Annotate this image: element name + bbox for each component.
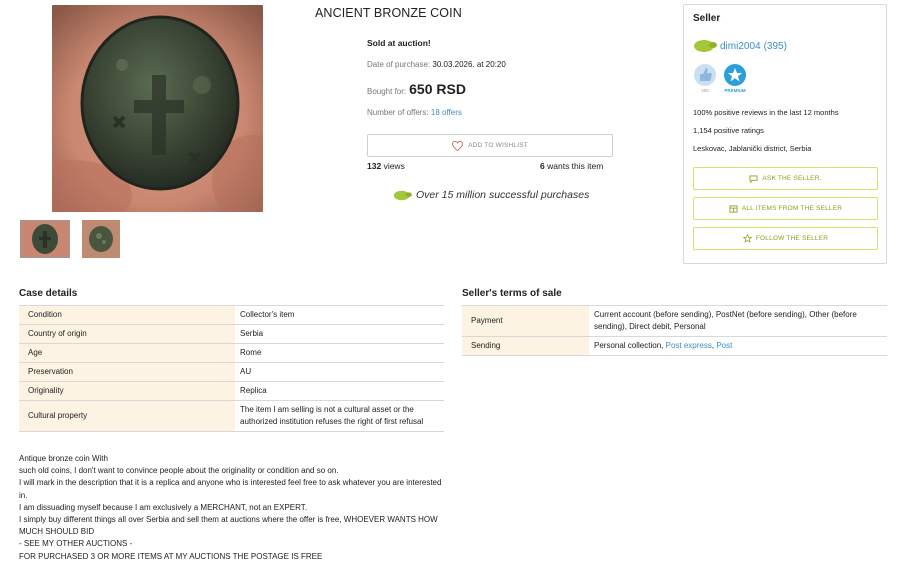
description-line: I simply buy different things all over S… <box>19 515 438 537</box>
offers-link[interactable]: 18 offers <box>431 108 462 117</box>
bought-for: Bought for: 650 RSD <box>367 81 466 97</box>
price-value: 650 RSD <box>409 81 466 97</box>
views-number: 132 <box>367 161 382 171</box>
seller-panel: Seller dimi2004 (395) 200 PREMIUM 100% p… <box>683 4 887 264</box>
coin-thumbnail-icon <box>82 220 120 258</box>
terms-title: Seller's terms of sale <box>462 288 562 299</box>
premium-badge-label: PREMIUM <box>724 88 746 93</box>
terms-value: Personal collection, Post express, Post <box>589 336 887 356</box>
detail-key: Preservation <box>19 362 235 382</box>
thumbnail-2[interactable] <box>82 220 120 258</box>
table-row: Age Rome <box>19 343 444 363</box>
wants-count: 6 wants this item <box>540 161 603 171</box>
grid-icon <box>729 204 738 213</box>
detail-value: The item I am selling is not a cultural … <box>235 400 444 432</box>
detail-value: Collector's item <box>235 305 444 325</box>
description-line: Antique bronze coin With <box>19 454 108 463</box>
post-link[interactable]: Post <box>716 341 732 350</box>
detail-key: Condition <box>19 305 235 325</box>
table-row: Sending Personal collection, Post expres… <box>462 336 887 356</box>
main-item-photo[interactable] <box>52 5 263 212</box>
bought-for-label: Bought for: <box>367 87 407 96</box>
detail-value: Serbia <box>235 324 444 344</box>
ask-seller-label: ASK THE SELLER. <box>762 175 822 182</box>
terms-key: Sending <box>462 336 589 356</box>
item-title: ANCIENT BRONZE COIN <box>315 6 462 20</box>
views-count: 132 views <box>367 161 405 171</box>
table-row: Cultural property The item I am selling … <box>19 400 444 432</box>
detail-value: Replica <box>235 381 444 401</box>
seller-location: Leskovac, Jablanički district, Serbia <box>693 144 812 153</box>
description-line: - SEE MY OTHER AUCTIONS - <box>19 539 133 549</box>
follow-seller-label: FOLLOW THE SELLER <box>755 235 829 242</box>
heart-icon <box>452 140 464 151</box>
table-row: Preservation AU <box>19 362 444 382</box>
description-line: such old coins, I don't want to convince… <box>19 466 339 476</box>
count-badge: 200 <box>693 63 717 93</box>
wishlist-label: ADD TO WISHLIST <box>468 142 528 149</box>
seller-rating[interactable]: (395) <box>764 41 787 52</box>
purchase-date-label: Date of purchase: <box>367 60 431 69</box>
detail-key: Age <box>19 343 235 363</box>
detail-key: Country of origin <box>19 324 235 344</box>
item-description: Antique bronze coin With such old coins,… <box>19 453 449 563</box>
description-line: I am dissuading myself because I am excl… <box>19 502 307 512</box>
post-express-link[interactable]: Post express <box>666 341 712 350</box>
logo-icon <box>694 40 717 52</box>
purchase-date: Date of purchase: 30.03.2026. at 20:20 <box>367 60 506 69</box>
seller-profile-link[interactable]: dimi2004 (395) <box>693 39 787 53</box>
purchase-date-value: 30.03.2026. at 20:20 <box>432 60 506 69</box>
sold-status: Sold at auction! <box>367 38 431 48</box>
wants-number: 6 <box>540 161 545 171</box>
premium-badge: PREMIUM <box>723 63 747 93</box>
all-items-label: ALL ITEMS FROM THE SELLER <box>741 205 843 212</box>
seller-header: Seller <box>693 13 721 24</box>
coin-thumbnail-icon <box>21 221 69 257</box>
table-row: Originality Replica <box>19 381 444 401</box>
detail-value: AU <box>235 362 444 382</box>
terms-table: Payment Current account (before sending)… <box>462 305 887 356</box>
logo-icon <box>393 190 412 200</box>
star-icon <box>742 234 752 243</box>
description-line: I will mark in the description that it i… <box>19 478 442 500</box>
table-row: Condition Collector's item <box>19 305 444 325</box>
offers-label: Number of offers: <box>367 108 429 117</box>
promo-banner: Over 15 million successful purchases <box>393 189 589 201</box>
chat-icon <box>749 174 758 183</box>
terms-value: Current account (before sending), PostNe… <box>589 305 887 337</box>
promo-text: Over 15 million successful purchases <box>416 189 590 201</box>
detail-key: Originality <box>19 381 235 401</box>
sending-text: Personal collection, <box>594 341 664 350</box>
views-label: views <box>383 161 405 171</box>
detail-key: Cultural property <box>19 400 235 432</box>
add-to-wishlist-button[interactable]: ADD TO WISHLIST <box>367 134 613 157</box>
description-line: FOR PURCHASED 3 OR MORE ITEMS AT MY AUCT… <box>19 551 323 561</box>
sending-separator: , <box>711 341 715 350</box>
ask-seller-button[interactable]: ASK THE SELLER. <box>693 167 878 190</box>
count-badge-label: 200 <box>701 88 709 93</box>
table-row: Country of origin Serbia <box>19 324 444 344</box>
all-items-button[interactable]: ALL ITEMS FROM THE SELLER <box>693 197 878 220</box>
follow-seller-button[interactable]: FOLLOW THE SELLER <box>693 227 878 250</box>
seller-badges: 200 PREMIUM <box>693 63 747 93</box>
coin-photo <box>52 5 263 212</box>
positive-ratings-count: 1,154 positive ratings <box>693 126 764 135</box>
seller-name[interactable]: dimi2004 <box>720 41 761 52</box>
case-details-table: Condition Collector's item Country of or… <box>19 305 444 432</box>
star-badge-icon <box>724 64 746 86</box>
wants-label: wants this item <box>547 161 604 171</box>
thumbnail-1[interactable] <box>20 220 70 258</box>
table-row: Payment Current account (before sending)… <box>462 305 887 337</box>
thumbs-up-badge-icon <box>694 64 716 86</box>
detail-value: Rome <box>235 343 444 363</box>
positive-reviews-pct: 100% positive reviews in the last 12 mon… <box>693 108 839 117</box>
offers-count: Number of offers: 18 offers <box>367 108 462 117</box>
terms-key: Payment <box>462 305 589 337</box>
case-details-title: Case details <box>19 288 78 299</box>
